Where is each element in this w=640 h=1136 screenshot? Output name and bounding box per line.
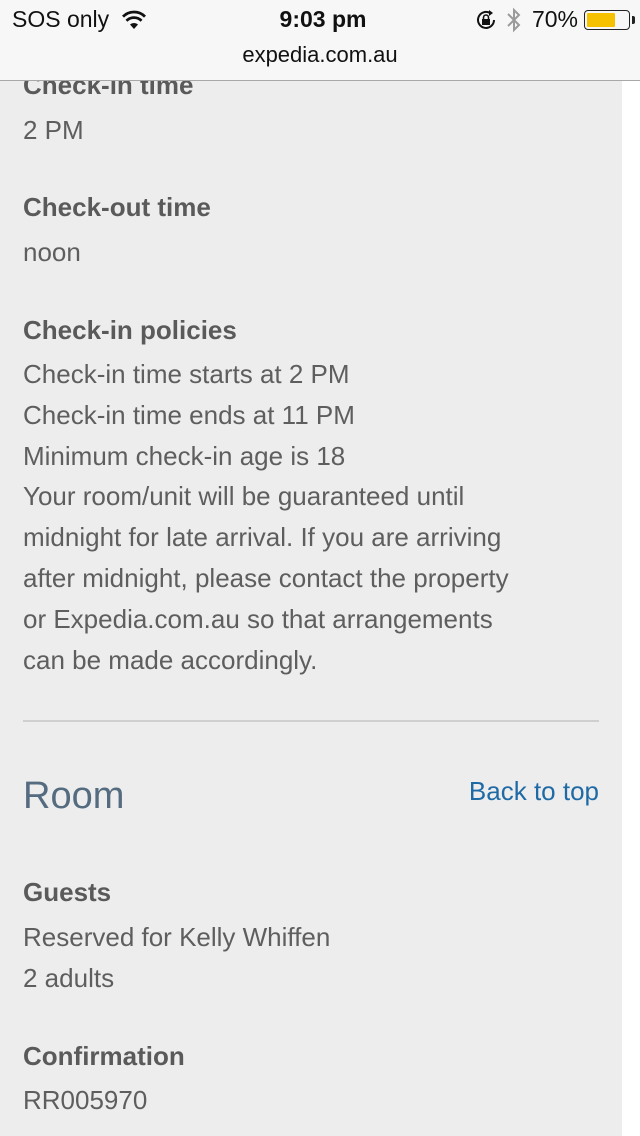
checkout-time-label: Check-out time xyxy=(23,192,211,222)
battery-percent: 70% xyxy=(531,6,578,32)
checkin-time-value: 2 PM xyxy=(23,115,84,145)
confirmation-number: RR005970 xyxy=(23,1085,148,1115)
policy-line: after midnight, please contact the prope… xyxy=(23,562,509,593)
checkin-policies-list: Check-in time starts at 2 PM Check-in ti… xyxy=(23,354,603,680)
battery-icon xyxy=(584,9,635,30)
confirmation-label: Confirmation xyxy=(23,1041,185,1071)
orientation-lock-icon xyxy=(476,9,495,29)
policy-line: Check-in time starts at 2 PM xyxy=(23,359,350,389)
section-divider xyxy=(23,720,599,722)
guests-count: 2 adults xyxy=(23,963,115,993)
address-bar-url[interactable]: expedia.com.au xyxy=(0,42,640,68)
guests-label: Guests xyxy=(23,877,112,907)
policy-line: can be made accordingly. xyxy=(23,644,318,675)
policy-line: Minimum check-in age is 18 xyxy=(23,440,346,471)
status-bar: SOS only 9:03 pm 70% expedia.com.au xyxy=(0,0,640,81)
checkin-policies-label: Check-in policies xyxy=(23,315,237,345)
checkout-time-value: noon xyxy=(23,237,81,267)
status-right: 70% xyxy=(474,6,635,33)
battery-nub xyxy=(632,15,635,24)
room-section-title: Room xyxy=(23,775,125,817)
policy-line: or Expedia.com.au so that arrangements xyxy=(23,603,493,634)
bluetooth-icon xyxy=(507,7,521,32)
battery-fill xyxy=(587,12,615,27)
content-panel: Check-in time 2 PM Check-out time noon C… xyxy=(0,0,622,1136)
back-to-top-link[interactable]: Back to top xyxy=(469,776,599,807)
policy-line: Check-in time ends at 11 PM xyxy=(23,399,355,430)
policy-line: midnight for late arrival. If you are ar… xyxy=(23,522,502,553)
policy-line: Your room/unit will be guaranteed until xyxy=(23,481,465,512)
guests-reserved-for: Reserved for Kelly Whiffen xyxy=(23,922,331,952)
